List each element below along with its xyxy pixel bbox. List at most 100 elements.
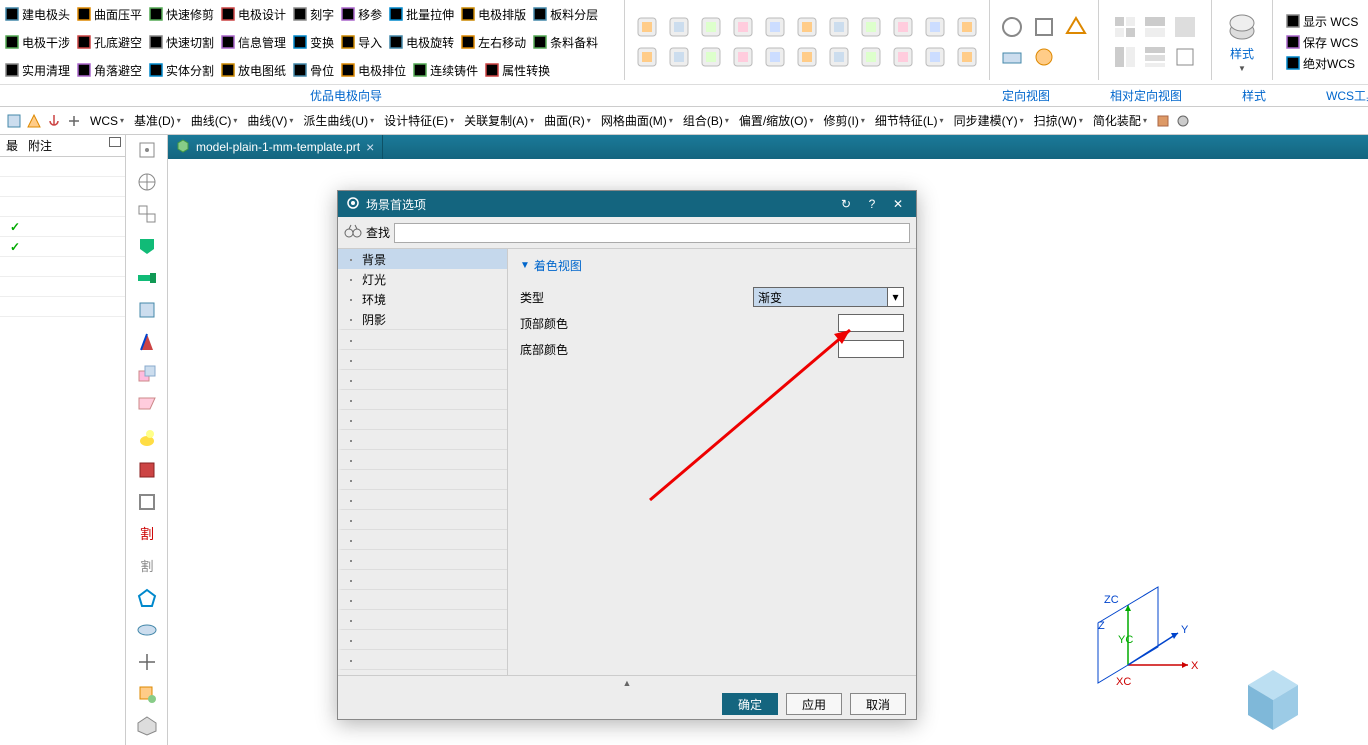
dialog-nav-item[interactable]: 背景	[338, 249, 507, 269]
big-tool-icon[interactable]	[635, 15, 659, 39]
big-tool-icon[interactable]	[859, 45, 883, 69]
bottom-color-swatch[interactable]	[838, 340, 904, 358]
ribbon-command[interactable]: 电极排版	[458, 5, 528, 24]
ribbon-command[interactable]: 电极排位	[338, 61, 408, 80]
layout-icon[interactable]	[1143, 45, 1167, 69]
big-tool-icon[interactable]	[731, 15, 755, 39]
menu-item[interactable]: 细节特征(L)▾	[871, 110, 948, 131]
panel-collapse-icon[interactable]	[109, 137, 121, 147]
layout-icon[interactable]	[1173, 45, 1197, 69]
top-color-swatch[interactable]	[838, 314, 904, 332]
big-tool-icon[interactable]	[923, 15, 947, 39]
big-tool-icon[interactable]	[955, 15, 979, 39]
tab-close-icon[interactable]: ×	[366, 139, 374, 155]
vtool-icon[interactable]	[136, 651, 158, 673]
dialog-nav-item[interactable]: 环境	[338, 289, 507, 309]
vtool-icon[interactable]	[136, 683, 158, 705]
help-icon[interactable]: ?	[862, 194, 882, 214]
vtool-icon[interactable]	[136, 139, 158, 161]
layout-icon[interactable]	[1113, 45, 1137, 69]
vtool-icon[interactable]	[136, 395, 158, 417]
vtool-icon[interactable]	[136, 715, 158, 737]
ribbon-command[interactable]: 快速修剪	[146, 5, 216, 24]
view-icon[interactable]	[1032, 15, 1056, 39]
big-tool-icon[interactable]	[763, 15, 787, 39]
big-tool-icon[interactable]	[667, 45, 691, 69]
vtool-icon[interactable]	[136, 427, 158, 449]
menu-item[interactable]: 修剪(I)▾	[820, 110, 869, 131]
dialog-resize-handle[interactable]: ▲	[338, 675, 916, 689]
vtool-icon[interactable]	[136, 363, 158, 385]
dropdown-icon[interactable]: ▼	[1238, 64, 1246, 73]
big-tool-icon[interactable]	[667, 15, 691, 39]
ribbon-command[interactable]: 电极旋转	[386, 33, 456, 52]
ribbon-command[interactable]: 移参	[338, 5, 384, 24]
big-tool-icon[interactable]	[891, 15, 915, 39]
menu-item[interactable]: 曲面(R)▾	[540, 110, 595, 131]
big-tool-icon[interactable]	[699, 15, 723, 39]
reset-icon[interactable]: ↻	[836, 194, 856, 214]
document-tab[interactable]: model-plain-1-mm-template.prt ×	[168, 135, 383, 159]
vtool-icon[interactable]	[136, 619, 158, 641]
vtool-icon[interactable]	[136, 587, 158, 609]
ribbon-command[interactable]: 孔底避空	[74, 33, 144, 52]
ribbon-command[interactable]: 信息管理	[218, 33, 288, 52]
ribbon-command[interactable]: 板料分层	[530, 5, 600, 24]
ribbon-group-label[interactable]: 优品电极向导	[280, 87, 412, 104]
style-icon[interactable]	[1226, 11, 1258, 43]
menu-item[interactable]: 曲线(C)▾	[187, 110, 242, 131]
big-tool-icon[interactable]	[731, 45, 755, 69]
ribbon-command[interactable]: 左右移动	[458, 33, 528, 52]
gear-icon[interactable]	[1175, 113, 1191, 129]
wcs-command[interactable]: 保存 WCS	[1283, 33, 1360, 52]
ribbon-command[interactable]: 实用清理	[2, 61, 72, 80]
ribbon-command[interactable]: 批量拉伸	[386, 5, 456, 24]
vtool-icon[interactable]	[136, 331, 158, 353]
tool-icon[interactable]	[26, 113, 42, 129]
vtool-icon[interactable]	[136, 267, 158, 289]
menu-item[interactable]: 简化装配▾	[1089, 110, 1151, 131]
menu-item[interactable]: 基准(D)▾	[130, 110, 185, 131]
wcs-command[interactable]: 绝对WCS	[1283, 54, 1360, 73]
menu-item[interactable]: 组合(B)▾	[679, 110, 733, 131]
layout-icon[interactable]	[1113, 15, 1137, 39]
tool-icon[interactable]	[6, 113, 22, 129]
ribbon-command[interactable]: 角落避空	[74, 61, 144, 80]
menu-item[interactable]: 曲线(V)▾	[243, 110, 297, 131]
layout-icon[interactable]	[1173, 15, 1197, 39]
search-input[interactable]	[394, 223, 910, 243]
big-tool-icon[interactable]	[827, 45, 851, 69]
big-tool-icon[interactable]	[795, 15, 819, 39]
vtool-icon[interactable]	[136, 299, 158, 321]
apply-button[interactable]: 应用	[786, 693, 842, 715]
cube-icon[interactable]	[1155, 113, 1171, 129]
ribbon-command[interactable]: 条料备料	[530, 33, 600, 52]
menu-item[interactable]: 偏置/缩放(O)▾	[735, 110, 818, 131]
ribbon-command[interactable]: 属性转换	[482, 61, 552, 80]
ribbon-command[interactable]: 实体分割	[146, 61, 216, 80]
ribbon-command[interactable]: 连续铸件	[410, 61, 480, 80]
big-tool-icon[interactable]	[859, 15, 883, 39]
menu-item[interactable]: 同步建模(Y)▾	[950, 110, 1028, 131]
vtool-icon[interactable]: 割	[136, 523, 158, 545]
anchor-icon[interactable]	[46, 113, 62, 129]
combo-dropdown-icon[interactable]: ▾	[888, 287, 904, 307]
dialog-nav-item[interactable]: 灯光	[338, 269, 507, 289]
ribbon-group-label[interactable]: WCS工具	[1296, 87, 1368, 104]
vtool-icon[interactable]	[136, 235, 158, 257]
big-tool-icon[interactable]	[827, 15, 851, 39]
big-tool-icon[interactable]	[763, 45, 787, 69]
menu-item[interactable]: 关联复制(A)▾	[460, 110, 538, 131]
section-header[interactable]: ▼ 着色视图	[520, 257, 904, 274]
ribbon-group-label[interactable]: 定向视图	[972, 87, 1080, 104]
close-icon[interactable]: ✕	[888, 194, 908, 214]
dialog-nav-item[interactable]: 阴影	[338, 309, 507, 329]
ribbon-command[interactable]: 电极设计	[218, 5, 288, 24]
view-icon[interactable]	[1000, 15, 1024, 39]
ribbon-command[interactable]: 放电图纸	[218, 61, 288, 80]
ribbon-group-label[interactable]: 相对定向视图	[1080, 87, 1212, 104]
big-tool-icon[interactable]	[891, 45, 915, 69]
view-icon[interactable]	[1000, 45, 1024, 69]
vtool-icon[interactable]	[136, 491, 158, 513]
big-tool-icon[interactable]	[923, 45, 947, 69]
